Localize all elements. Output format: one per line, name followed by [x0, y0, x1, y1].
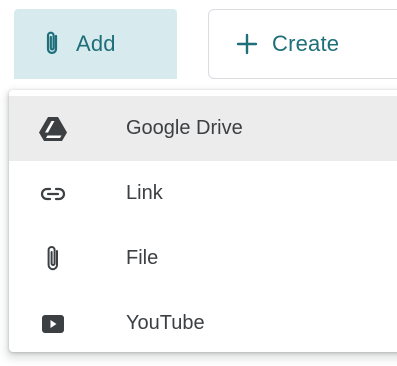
youtube-icon: [37, 308, 69, 340]
add-button[interactable]: Add: [14, 9, 177, 79]
menu-item-label: YouTube: [126, 312, 205, 334]
menu-item-google-drive[interactable]: Google Drive: [9, 96, 397, 161]
menu-item-youtube[interactable]: YouTube: [9, 291, 397, 356]
menu-item-label: File: [126, 247, 159, 269]
menu-item-label: Link: [126, 182, 163, 204]
link-icon: [37, 178, 69, 210]
menu-item-file[interactable]: File: [9, 226, 397, 291]
create-button[interactable]: Create: [208, 9, 397, 79]
google-drive-icon: [37, 113, 69, 145]
plus-icon: [236, 33, 258, 55]
paperclip-icon: [37, 243, 69, 275]
add-menu: Google Drive Link File YouTube: [9, 90, 397, 352]
paperclip-icon: [42, 30, 62, 58]
menu-item-link[interactable]: Link: [9, 161, 397, 226]
page: Add Create Google Drive Link File YouTub…: [0, 0, 397, 366]
menu-item-label: Google Drive: [126, 117, 243, 139]
add-button-label: Add: [76, 31, 116, 56]
create-button-label: Create: [272, 31, 340, 56]
